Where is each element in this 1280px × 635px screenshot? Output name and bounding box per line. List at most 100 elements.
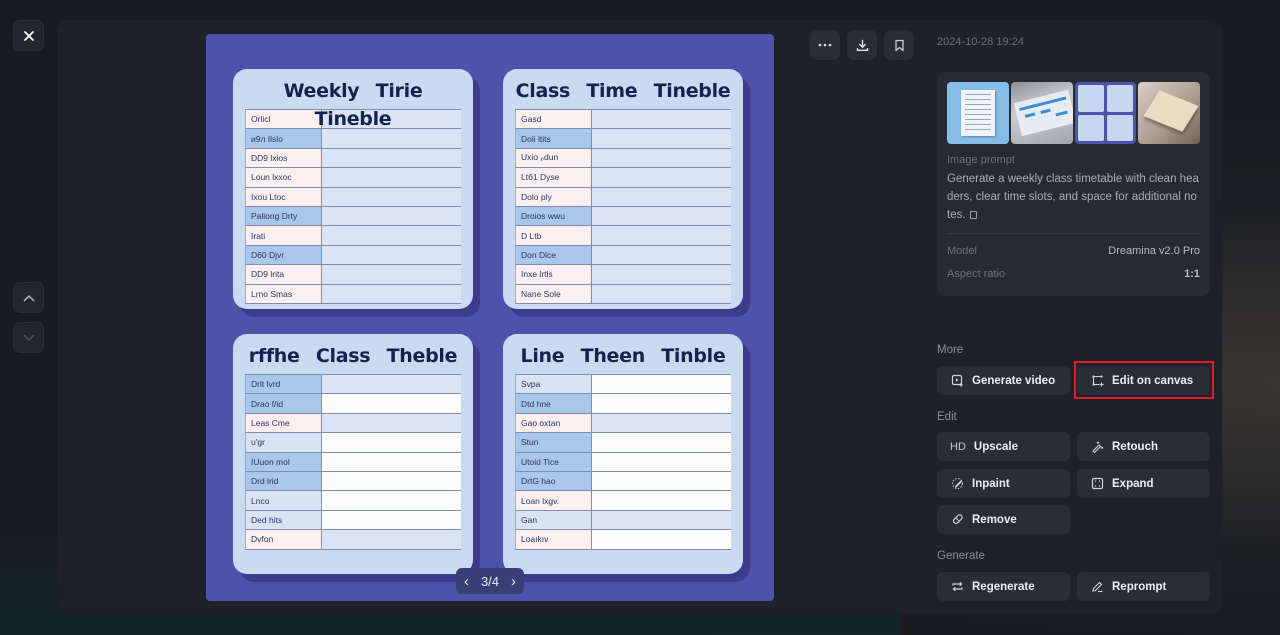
bookmark-button[interactable] xyxy=(884,30,914,60)
timetable-title: Class Time Tineble xyxy=(515,80,731,102)
timetable-slot-label: Don Dlce xyxy=(515,245,592,266)
timetable-title: Line Theen Tinble xyxy=(520,345,726,367)
timetable-slot-label: u'gr xyxy=(245,432,322,453)
aspect-ratio-label: Aspect ratio xyxy=(947,268,1006,280)
timetable-slot-value xyxy=(591,471,731,492)
prompt-label: Image prompt xyxy=(947,154,1015,166)
timetable-slot-label: Svpa xyxy=(515,373,592,395)
timetable-slot-label: Lrno Smas xyxy=(245,284,322,304)
remove-button[interactable]: Remove xyxy=(937,505,1070,534)
timetable-slot-value xyxy=(321,510,461,531)
timetable-slot-value xyxy=(591,393,731,414)
edit-on-canvas-button[interactable]: Edit on canvas xyxy=(1077,366,1210,395)
timetable-slot-value xyxy=(591,452,731,472)
thumbnail-2[interactable] xyxy=(1010,82,1073,144)
next-image-button[interactable] xyxy=(13,322,44,353)
timetable-slot-label: Doli ltits xyxy=(515,128,592,149)
timetable-title: rffhe Class Theble xyxy=(248,345,458,367)
timetable-slot-label: Ltб1 Dyse xyxy=(515,167,592,188)
timetable-slot-value xyxy=(321,432,461,453)
timetable-slot-label: Drlt lvrd xyxy=(245,373,322,395)
generated-image: Weekly Tirie Tineble Orlicl и9л Ilslo DD9 l… xyxy=(206,34,774,601)
timetable-row: Drao f/id xyxy=(245,393,461,414)
eraser-icon xyxy=(950,513,964,527)
timetable-row: DrtG hao xyxy=(515,471,731,492)
timetable-slot-label: DD9 lxios xyxy=(245,148,322,169)
thumbnail-1[interactable] xyxy=(947,82,1009,144)
more-options-button[interactable] xyxy=(810,30,840,60)
timetable-slot-label: Gasd xyxy=(515,108,592,130)
timetable-row: IUuon mol xyxy=(245,452,461,472)
thumbnail-3-selected[interactable] xyxy=(1074,82,1137,144)
timetable-card: Line Theen Tinble Svpa Dtd hne Gao oxtan Stu… xyxy=(503,334,743,574)
timetable-slot-value xyxy=(591,245,731,266)
timetable-slot-label: Utoid Tice xyxy=(515,452,592,472)
generation-info-card: Image prompt Generate a weekly class tim… xyxy=(937,72,1210,296)
timetable-slot-value xyxy=(321,206,461,227)
reprompt-button[interactable]: Reprompt xyxy=(1077,572,1210,601)
expand-button[interactable]: Expand xyxy=(1077,469,1210,498)
download-icon xyxy=(856,39,868,51)
inpaint-button[interactable]: Inpaint xyxy=(937,469,1070,498)
aspect-ratio-value: 1:1 xyxy=(1184,268,1200,280)
bookmark-icon xyxy=(894,39,904,51)
timetable-row: Loan lxgv. xyxy=(515,490,731,511)
timetable-row: Dvfon xyxy=(245,529,461,550)
timetable-slot-value xyxy=(591,284,731,304)
previous-image-button[interactable] xyxy=(13,282,44,313)
thumbnail-4[interactable] xyxy=(1138,82,1201,144)
chevron-right-icon[interactable]: › xyxy=(511,574,516,589)
timetable-grid: Orlicl и9л Ilslo DD9 lxios Loun lxxoc Ixou L… xyxy=(245,108,461,304)
inpaint-brush-icon xyxy=(950,477,964,491)
timetable-grid: Drlt lvrd Drao f/id Leas Cme u'gr IUuon mol D… xyxy=(245,373,461,550)
timetable-row: Uxio ₚdun xyxy=(515,148,731,169)
timetable-slot-label: Drd lrid xyxy=(245,471,322,492)
download-button[interactable] xyxy=(847,30,877,60)
thumbnail-strip xyxy=(947,82,1201,144)
timetable-row: Gan xyxy=(515,510,731,531)
retouch-button[interactable]: Retouch xyxy=(1077,432,1210,461)
timetable-row: Loaıkıv xyxy=(515,529,731,550)
timetable-slot-label: Loaıkıv xyxy=(515,529,592,550)
close-icon xyxy=(23,30,34,41)
generate-video-button[interactable]: Generate video xyxy=(937,366,1070,395)
expand-icon xyxy=(1090,477,1104,491)
timetable-slot-label: Stun xyxy=(515,432,592,453)
timetable-slot-value xyxy=(321,148,461,169)
timetable-card: Weekly Tirie Tineble Orlicl и9л Ilslo DD9 l… xyxy=(233,69,473,309)
more-section-label: More xyxy=(937,344,964,356)
timetable-row: Stun xyxy=(515,432,731,453)
timetable-row: Drlt lvrd xyxy=(245,373,461,395)
regenerate-icon xyxy=(950,580,964,594)
regenerate-button[interactable]: Regenerate xyxy=(937,572,1070,601)
chevron-left-icon[interactable]: ‹ xyxy=(464,574,469,589)
timetable-card: Class Time Tineble Gasd Doli ltits Uxio ₚdu… xyxy=(503,69,743,309)
timetable-slot-label: DrtG hao xyxy=(515,471,592,492)
timetable-slot-label: Nane Sole xyxy=(515,284,592,304)
close-button[interactable] xyxy=(13,20,44,51)
timetable-row: DD9 lxios xyxy=(245,148,461,169)
timetable-row: Don Dlce xyxy=(515,245,731,266)
timetable-slot-value xyxy=(591,206,731,227)
upscale-button[interactable]: HD Upscale xyxy=(937,432,1070,461)
timetable-row: Nane Sole xyxy=(515,284,731,304)
timetable-row: Leas Cme xyxy=(245,413,461,434)
timetable-slot-label: Dolo ply xyxy=(515,187,592,207)
timetable-slot-value xyxy=(591,490,731,511)
timetable-slot-label: Loun lxxoc xyxy=(245,167,322,188)
timetable-slot-label: Leas Cme xyxy=(245,413,322,434)
hd-icon: HD xyxy=(950,440,966,453)
pencil-icon xyxy=(1090,580,1104,594)
timetable-row: D60 Dјvr xyxy=(245,245,461,266)
copy-icon[interactable] xyxy=(969,211,977,219)
timetable-slot-label: Gan xyxy=(515,510,592,531)
image-pager: ‹ 3/4 › xyxy=(456,568,524,594)
chevron-down-icon xyxy=(23,334,34,341)
timetable-row: Paliong Drtу xyxy=(245,206,461,227)
timetable-slot-value xyxy=(591,187,731,207)
timetable-slot-value xyxy=(321,452,461,472)
timetable-row: Lrno Smas xyxy=(245,284,461,304)
timetable-slot-label: Irati xyxy=(245,225,322,246)
timetable-row: Ixou Ltoc xyxy=(245,187,461,207)
timetable-row: Lnco xyxy=(245,490,461,511)
